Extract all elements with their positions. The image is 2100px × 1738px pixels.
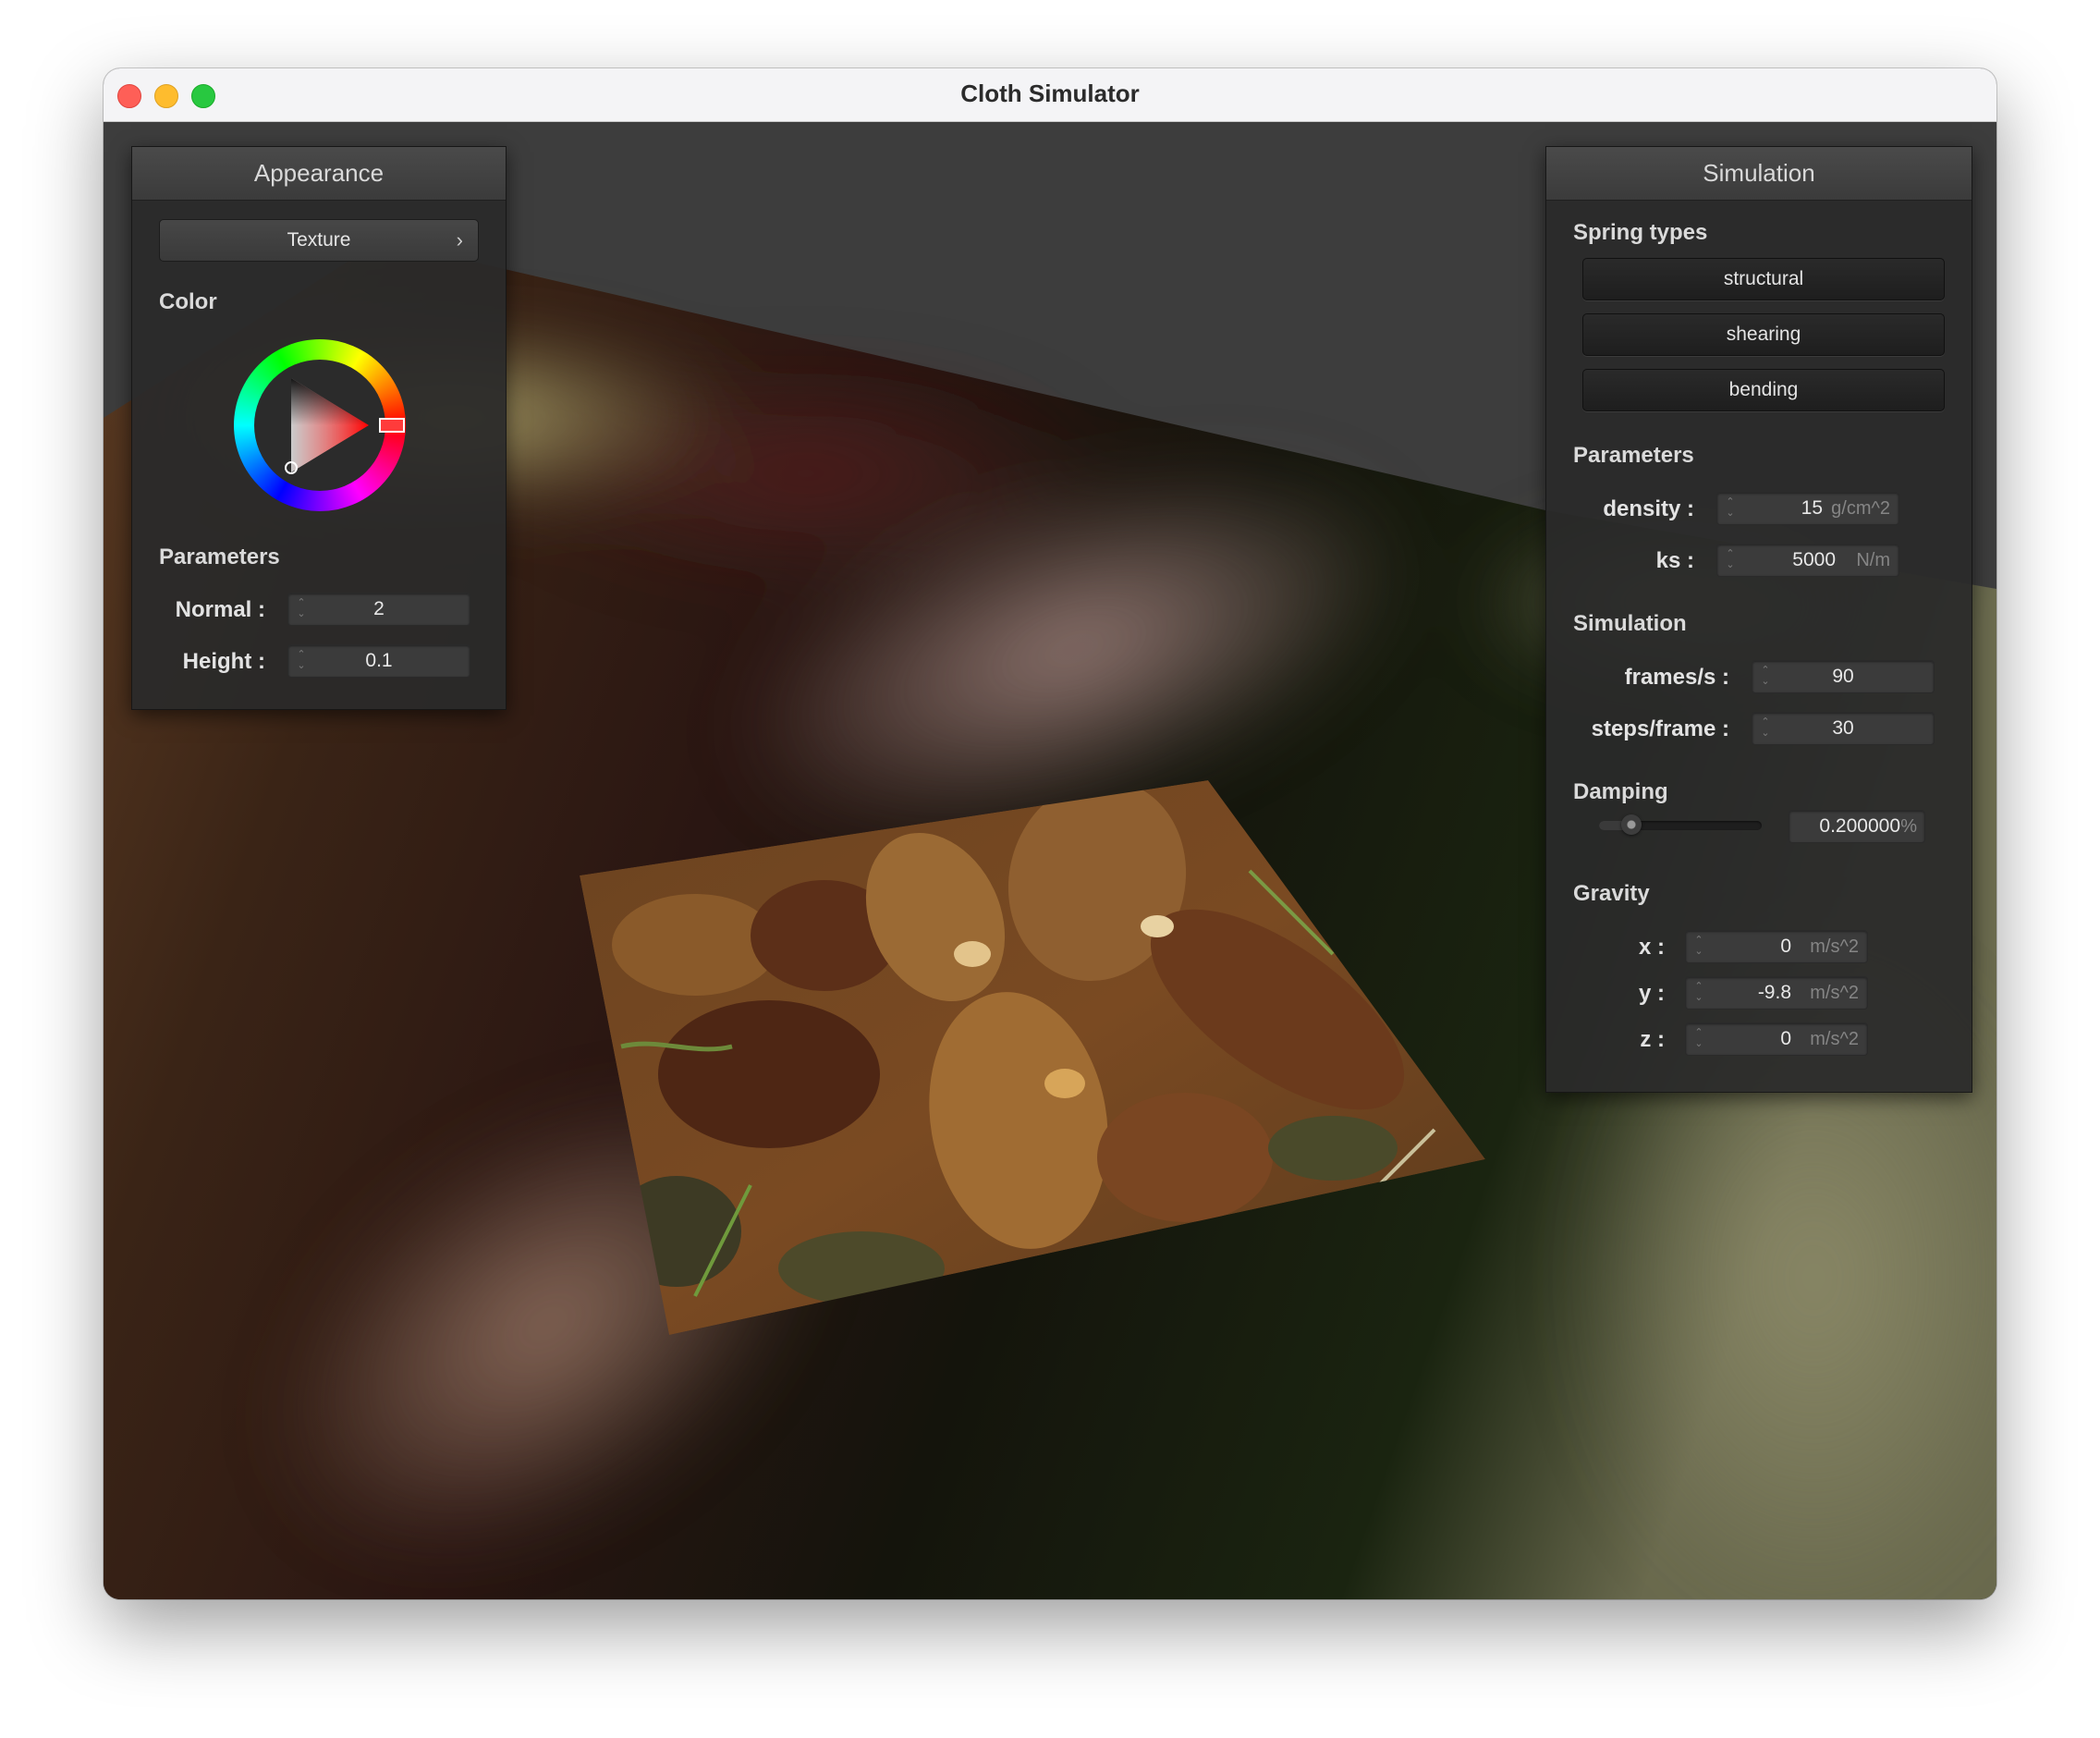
height-label: Height : [182, 649, 265, 674]
appearance-panel-title: Appearance [132, 147, 506, 201]
frames-input[interactable]: ⌃ ⌄ 90 [1752, 660, 1935, 693]
damping-value-box[interactable]: 0.200000 % [1789, 810, 1925, 843]
density-unit: g/cm^2 [1831, 498, 1890, 519]
appearance-panel: Appearance Texture › Color Parameters No… [131, 146, 507, 710]
gravity-z-value: 0 [1780, 1028, 1791, 1049]
damping-unit: % [1900, 816, 1917, 837]
ks-unit: N/m [1856, 550, 1890, 570]
app-window: Cloth Simulator Appearance Texture › Col… [104, 68, 1996, 1599]
chevron-right-icon: › [456, 228, 463, 251]
stepper-icon[interactable]: ⌃ ⌄ [1692, 1027, 1705, 1051]
gravity-y-input[interactable]: ⌃ ⌄ -9.8 m/s^2 [1685, 976, 1868, 1010]
height-value: 0.1 [365, 650, 393, 671]
gravity-y-value: -9.8 [1757, 982, 1791, 1003]
gravity-z-label: z : [1640, 1027, 1665, 1052]
shearing-button[interactable]: shearing [1582, 313, 1945, 356]
stepper-icon[interactable]: ⌃ ⌄ [1692, 935, 1705, 959]
frames-value: 90 [1832, 666, 1854, 687]
gravity-label: Gravity [1573, 881, 1650, 906]
density-value: 15 [1801, 497, 1823, 519]
damping-slider-thumb[interactable] [1621, 814, 1642, 835]
stepper-icon[interactable]: ⌃ ⌄ [1724, 496, 1737, 520]
simulation-panel-title: Simulation [1546, 147, 1972, 201]
gravity-z-input[interactable]: ⌃ ⌄ 0 m/s^2 [1685, 1022, 1868, 1056]
normal-value: 2 [373, 598, 385, 619]
damping-label: Damping [1573, 779, 1668, 804]
density-input[interactable]: ⌃ ⌄ 15 g/cm^2 [1716, 492, 1899, 525]
3d-viewport[interactable]: Appearance Texture › Color Parameters No… [104, 122, 1996, 1599]
bending-button[interactable]: bending [1582, 369, 1945, 411]
simulation-panel: Simulation Spring types structural shear… [1545, 146, 1972, 1093]
gravity-y-unit: m/s^2 [1810, 983, 1859, 1003]
ks-input[interactable]: ⌃ ⌄ 5000 N/m [1716, 544, 1899, 577]
height-input[interactable]: ⌃ ⌄ 0.1 [287, 644, 470, 678]
stepper-icon[interactable]: ⌃ ⌄ [1692, 981, 1705, 1005]
simulation-section-label: Simulation [1573, 611, 1687, 636]
steps-label: steps/frame : [1591, 716, 1729, 741]
steps-value: 30 [1832, 717, 1854, 739]
saturation-triangle[interactable] [234, 339, 406, 511]
normal-input[interactable]: ⌃ ⌄ 2 [287, 593, 470, 626]
structural-button[interactable]: structural [1582, 258, 1945, 300]
sim-parameters-label: Parameters [1573, 443, 1694, 468]
density-label: density : [1603, 496, 1694, 521]
ks-value: 5000 [1792, 549, 1836, 570]
color-label: Color [159, 289, 217, 314]
gravity-x-input[interactable]: ⌃ ⌄ 0 m/s^2 [1685, 930, 1868, 963]
hue-selector-handle [379, 418, 405, 433]
damping-slider[interactable] [1599, 814, 1762, 835]
ks-label: ks : [1655, 548, 1694, 573]
gravity-x-label: x : [1638, 935, 1665, 960]
gravity-z-unit: m/s^2 [1810, 1029, 1859, 1049]
steps-input[interactable]: ⌃ ⌄ 30 [1752, 712, 1935, 745]
window-title: Cloth Simulator [960, 80, 1140, 107]
texture-button-label: Texture [287, 229, 351, 251]
appearance-parameters-label: Parameters [159, 545, 280, 569]
damping-value: 0.200000 [1819, 815, 1900, 837]
gravity-x-value: 0 [1780, 936, 1791, 957]
stepper-icon[interactable]: ⌃ ⌄ [1724, 548, 1737, 572]
texture-button[interactable]: Texture › [159, 219, 479, 262]
gravity-y-label: y : [1638, 981, 1665, 1006]
frames-label: frames/s : [1624, 665, 1729, 690]
title-bar: Cloth Simulator [104, 68, 1996, 122]
color-wheel[interactable] [234, 339, 406, 511]
spring-types-label: Spring types [1573, 220, 1708, 245]
normal-label: Normal : [175, 597, 265, 622]
gravity-x-unit: m/s^2 [1810, 936, 1859, 957]
